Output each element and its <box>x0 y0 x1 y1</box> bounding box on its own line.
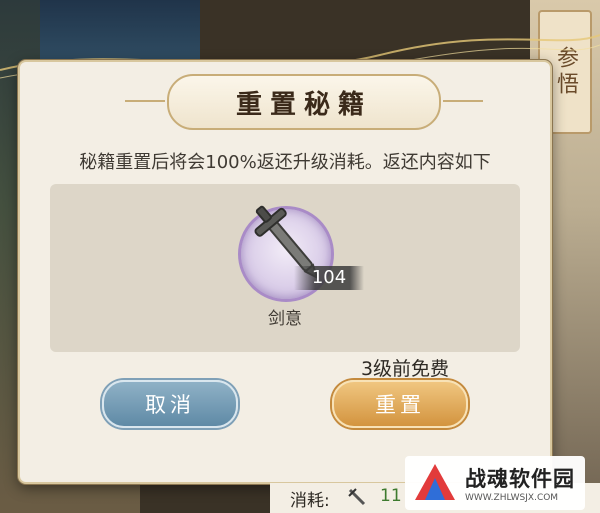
watermark: 战魂软件园 WWW.ZHLWSJX.COM <box>405 456 585 510</box>
free-note: 3级前免费 <box>360 358 450 380</box>
cost-label: 消耗: <box>290 491 330 511</box>
title-plate: 重置秘籍 <box>125 74 483 130</box>
reset-button[interactable]: 重置 <box>332 380 468 428</box>
watermark-name: 战魂软件园 <box>465 467 575 491</box>
dialog-title: 重置秘籍 <box>235 89 372 120</box>
reset-dialog: 重置秘籍 秘籍重置后将会100%返还升级消耗。返还内容如下 104 剑意 3级前… <box>18 60 552 484</box>
reward-item-count: 104 <box>294 266 364 290</box>
cancel-button-label: 取消 <box>145 393 195 417</box>
watermark-logo-icon <box>415 464 455 500</box>
small-sword-icon <box>348 488 366 506</box>
cost-value: 11 <box>380 486 402 506</box>
reset-button-label: 重置 <box>375 393 425 417</box>
reward-panel: 104 剑意 <box>50 184 520 352</box>
dialog-message: 秘籍重置后将会100%返还升级消耗。返还内容如下 <box>79 152 491 173</box>
reward-item-name: 剑意 <box>268 309 302 329</box>
watermark-url: WWW.ZHLWSJX.COM <box>465 493 559 503</box>
cancel-button[interactable]: 取消 <box>102 380 238 428</box>
